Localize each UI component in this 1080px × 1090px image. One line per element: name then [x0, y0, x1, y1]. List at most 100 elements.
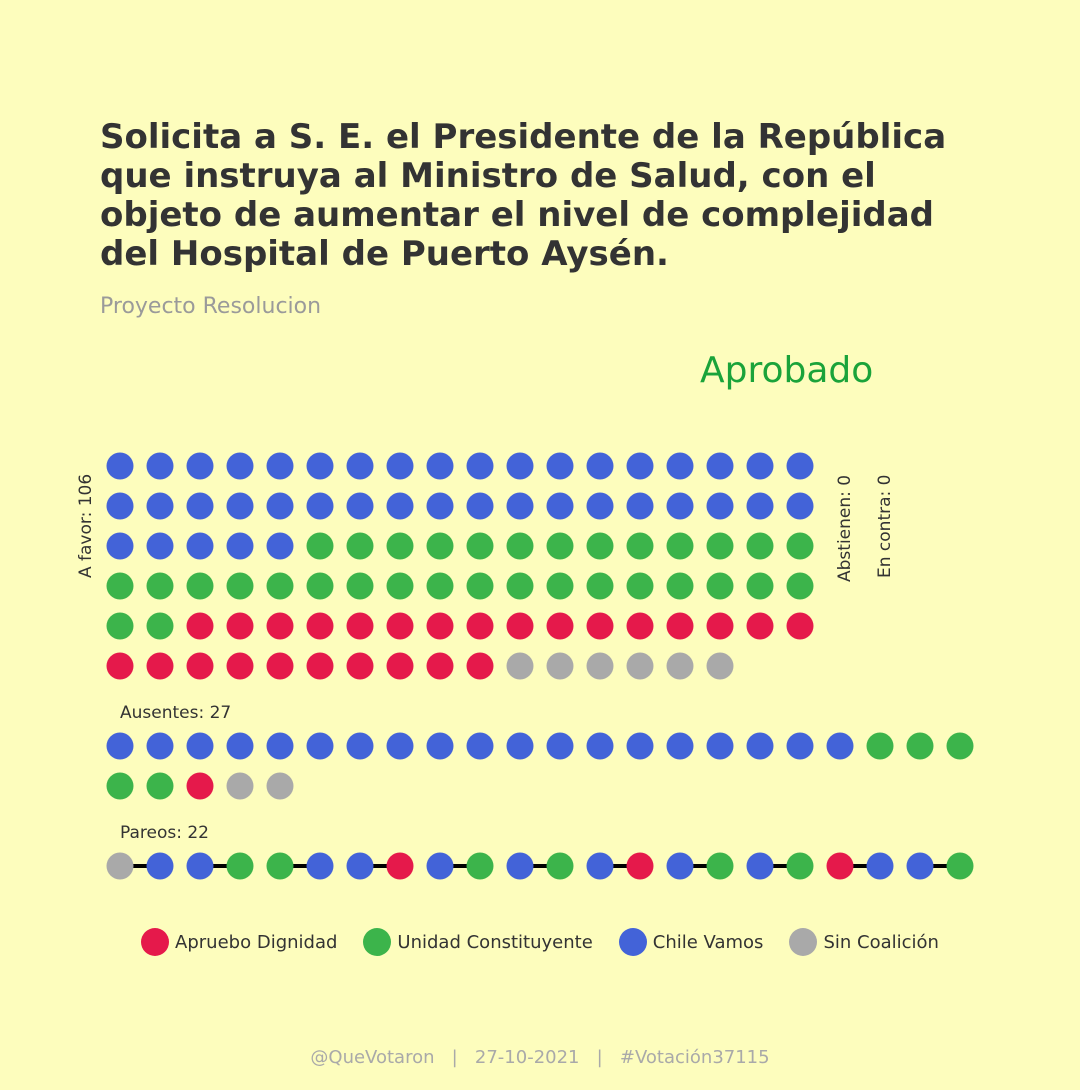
a-favor-dot: [186, 492, 214, 520]
a-favor-dot: [226, 572, 254, 600]
pareo-dot: [466, 852, 494, 880]
a-favor-dot: [386, 612, 414, 640]
pareo-dot: [506, 852, 534, 880]
a-favor-dot: [746, 492, 774, 520]
pareo-dot: [626, 852, 654, 880]
a-favor-dot: [626, 532, 654, 560]
pareo-dot: [386, 852, 414, 880]
a-favor-dot: [506, 532, 534, 560]
a-favor-dot: [106, 572, 134, 600]
ausente-dot: [746, 732, 774, 760]
a-favor-dot: [186, 652, 214, 680]
footer: @QueVotaron | 27-10-2021 | #Votación3711…: [310, 1047, 770, 1068]
a-favor-dot: [106, 652, 134, 680]
a-favor-dot: [146, 452, 174, 480]
ausente-dot: [386, 732, 414, 760]
a-favor-dot: [626, 612, 654, 640]
ausente-dot: [826, 732, 854, 760]
a-favor-label: A favor: 106: [76, 474, 96, 578]
a-favor-dot: [186, 612, 214, 640]
legend: Apruebo Dignidad Unidad Constituyente Chil…: [0, 928, 1080, 956]
a-favor-dot: [106, 452, 134, 480]
a-favor-dot: [426, 532, 454, 560]
a-favor-dot: [466, 532, 494, 560]
a-favor-dot: [226, 452, 254, 480]
a-favor-dot: [666, 572, 694, 600]
a-favor-dot: [546, 452, 574, 480]
a-favor-dot: [706, 572, 734, 600]
pareo-dot: [306, 852, 334, 880]
a-favor-dot: [586, 652, 614, 680]
a-favor-dot: [306, 652, 334, 680]
a-favor-dot: [426, 492, 454, 520]
ausente-dot: [906, 732, 934, 760]
ausente-dot: [466, 732, 494, 760]
a-favor-dot: [506, 652, 534, 680]
ausente-dot: [106, 732, 134, 760]
legend-label: Unidad Constituyente: [397, 931, 593, 953]
legend-swatch: [141, 928, 170, 956]
a-favor-dot: [346, 612, 374, 640]
ausente-dot: [106, 772, 134, 800]
a-favor-dot: [346, 532, 374, 560]
a-favor-dot: [386, 492, 414, 520]
a-favor-dot: [786, 572, 814, 600]
a-favor-dot: [186, 532, 214, 560]
pareo-dot: [906, 852, 934, 880]
a-favor-dot: [546, 612, 574, 640]
a-favor-dot: [586, 612, 614, 640]
pareo-dot: [946, 852, 974, 880]
a-favor-dot: [426, 652, 454, 680]
ausente-dot: [506, 732, 534, 760]
a-favor-dot: [546, 652, 574, 680]
pareo-dot: [146, 852, 174, 880]
a-favor-dot: [506, 492, 534, 520]
ausente-dot: [426, 732, 454, 760]
a-favor-dot: [626, 452, 654, 480]
a-favor-dot: [386, 452, 414, 480]
a-favor-dot: [626, 652, 654, 680]
a-favor-dot: [466, 452, 494, 480]
legend-item: Unidad Constituyente: [363, 928, 593, 956]
legend-label: Chile Vamos: [652, 931, 764, 953]
a-favor-dot: [506, 572, 534, 600]
a-favor-dot: [226, 492, 254, 520]
legend-label: Apruebo Dignidad: [175, 931, 338, 953]
pareo-dot: [266, 852, 294, 880]
a-favor-dot: [666, 492, 694, 520]
legend-item: Apruebo Dignidad: [141, 928, 337, 956]
a-favor-dot: [186, 452, 214, 480]
a-favor-dot: [746, 612, 774, 640]
a-favor-dot: [746, 452, 774, 480]
a-favor-dot: [106, 612, 134, 640]
pareo-dot: [226, 852, 254, 880]
a-favor-dot: [786, 492, 814, 520]
a-favor-dot: [546, 532, 574, 560]
pareo-dot: [866, 852, 894, 880]
a-favor-dot: [106, 492, 134, 520]
a-favor-dot: [666, 532, 694, 560]
a-favor-dot: [706, 612, 734, 640]
ausente-dot: [706, 732, 734, 760]
a-favor-dot: [706, 492, 734, 520]
ausente-dot: [946, 732, 974, 760]
a-favor-dot: [226, 532, 254, 560]
a-favor-dot: [546, 572, 574, 600]
a-favor-dot: [506, 612, 534, 640]
vote-dot-chart: A favor: 106 Abstienen: 0 En contra: 0 Ause…: [76, 452, 974, 880]
ausente-dot: [226, 732, 254, 760]
legend-item: Sin Coalición: [789, 928, 939, 956]
a-favor-dot: [346, 452, 374, 480]
a-favor-dot: [626, 492, 654, 520]
a-favor-dot: [226, 652, 254, 680]
ausente-dot: [626, 732, 654, 760]
ausente-dot: [866, 732, 894, 760]
a-favor-dot: [626, 572, 654, 600]
pareo-dot: [666, 852, 694, 880]
a-favor-dot: [706, 532, 734, 560]
a-favor-dot: [466, 652, 494, 680]
a-favor-dot: [306, 572, 334, 600]
a-favor-dot: [146, 492, 174, 520]
a-favor-dot: [586, 492, 614, 520]
a-favor-dot: [426, 572, 454, 600]
